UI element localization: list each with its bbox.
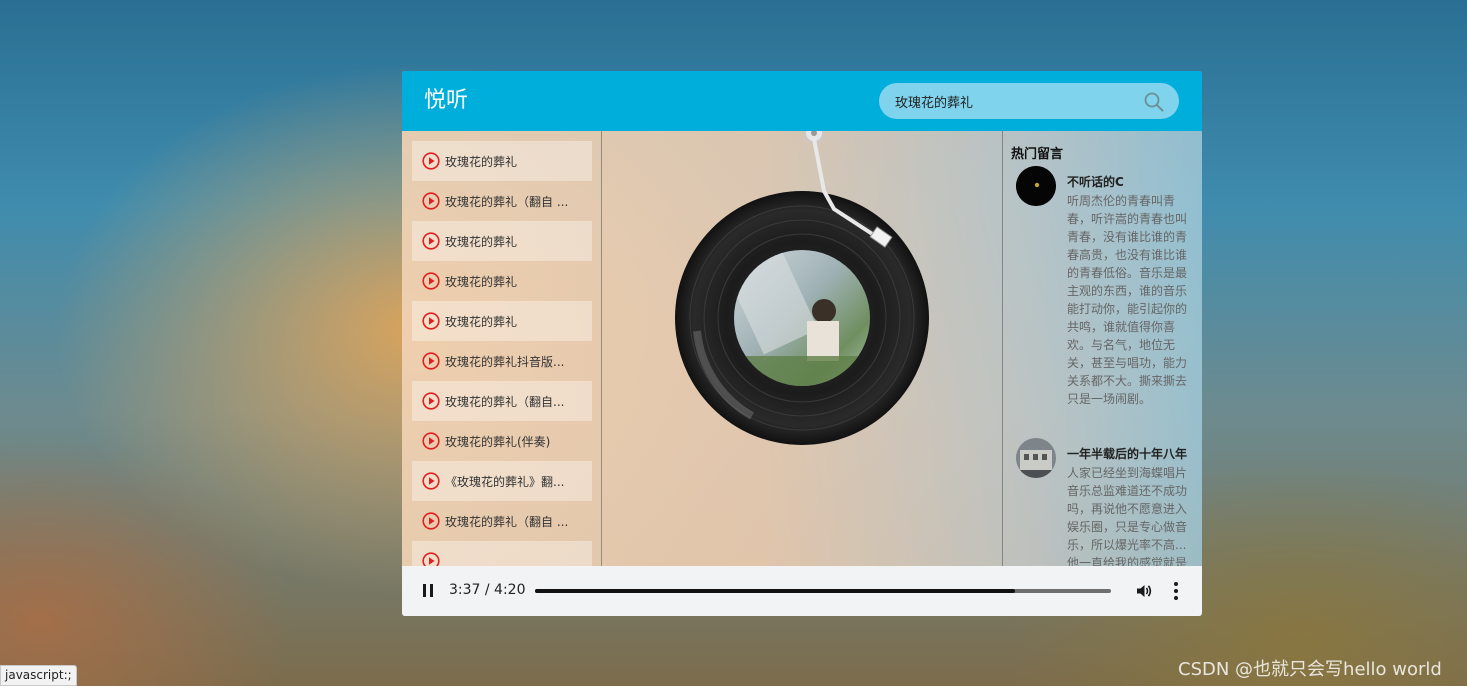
top-bar: 悦听	[402, 71, 1202, 131]
volume-icon[interactable]	[1135, 582, 1153, 600]
song-item[interactable]: 玫瑰花的葬礼（翻自 ...	[412, 181, 592, 221]
play-circle-icon[interactable]	[422, 352, 440, 370]
play-circle-icon[interactable]	[422, 432, 440, 450]
avatar	[1016, 438, 1056, 478]
comment-text: 听周杰伦的青春叫青春，听许嵩的青春也叫青春，没有谁比谁的青春高贵，也没有谁比谁的…	[1067, 194, 1188, 406]
song-title: 玫瑰花的葬礼	[445, 314, 518, 329]
song-title: 玫瑰花的葬礼	[445, 234, 518, 249]
play-circle-icon[interactable]	[422, 192, 440, 210]
song-title: 玫瑰花的葬礼(伴奏)	[445, 434, 551, 449]
song-title: 玫瑰花的葬礼	[445, 154, 518, 169]
vinyl-record	[675, 123, 929, 445]
comment-username: 不听话的C	[1067, 175, 1124, 189]
song-item[interactable]: 《玫瑰花的葬礼》翻...	[412, 461, 592, 501]
song-item[interactable]: 玫瑰花的葬礼	[412, 301, 592, 341]
app-title: 悦听	[424, 88, 469, 113]
song-list: 玫瑰花的葬礼 玫瑰花的葬礼（翻自 ... 玫瑰花的葬礼 玫瑰花的葬礼 玫瑰花的葬…	[402, 131, 602, 566]
search-input[interactable]	[895, 89, 1135, 113]
play-circle-icon[interactable]	[422, 552, 440, 566]
song-item[interactable]: 玫瑰花的葬礼	[412, 261, 592, 301]
seek-bar[interactable]	[535, 589, 1111, 593]
comment-text: 人家已经坐到海蝶唱片音乐总监难道还不成功吗，再说他不愿意进入娱乐圈，只是专心做音…	[1067, 466, 1188, 566]
more-vertical-icon[interactable]	[1172, 580, 1180, 602]
watermark: CSDN @也就只会写hello world	[1178, 659, 1442, 680]
song-item[interactable]: 玫瑰花的葬礼抖音版...	[412, 341, 592, 381]
play-circle-icon[interactable]	[422, 152, 440, 170]
status-bar-link: javascript:;	[0, 665, 77, 686]
song-title: 玫瑰花的葬礼（翻自...	[445, 394, 565, 409]
song-item[interactable]: 玫瑰花的葬礼(伴奏)	[412, 421, 592, 461]
song-title: 玫瑰花的葬礼（翻自 ...	[445, 514, 569, 529]
search-icon[interactable]	[1143, 91, 1165, 113]
song-item[interactable]: 玫瑰花的葬礼	[412, 141, 592, 181]
play-circle-icon[interactable]	[422, 272, 440, 290]
song-item[interactable]	[412, 541, 592, 566]
play-circle-icon[interactable]	[422, 232, 440, 250]
hot-comments: 热门留言 不听话的C 听周杰伦的青春叫青春，听许嵩的青春也叫青春，没有谁比谁的青…	[1002, 131, 1202, 566]
avatar	[1016, 166, 1056, 206]
song-item[interactable]: 玫瑰花的葬礼	[412, 221, 592, 261]
song-title: 《玫瑰花的葬礼》翻...	[445, 474, 565, 489]
play-circle-icon[interactable]	[422, 472, 440, 490]
song-title: 玫瑰花的葬礼抖音版...	[445, 354, 565, 369]
pause-icon[interactable]	[420, 582, 436, 600]
time-display: 3:37 / 4:20	[449, 582, 526, 598]
play-circle-icon[interactable]	[422, 392, 440, 410]
comment-username: 一年半载后的十年八年	[1067, 447, 1188, 461]
audio-controls: 3:37 / 4:20	[402, 566, 1202, 616]
comments-heading: 热门留言	[1011, 147, 1064, 162]
vinyl-area	[602, 123, 1002, 566]
search-box	[879, 83, 1179, 119]
play-circle-icon[interactable]	[422, 312, 440, 330]
music-player: 悦听 玫瑰花的葬礼 玫瑰花的葬礼（翻自 ... 玫瑰花的葬礼 玫瑰花的葬礼	[402, 71, 1202, 616]
song-title: 玫瑰花的葬礼	[445, 274, 518, 289]
song-item[interactable]: 玫瑰花的葬礼（翻自...	[412, 381, 592, 421]
seek-bar-fill	[535, 589, 1016, 593]
play-circle-icon[interactable]	[422, 512, 440, 530]
song-title: 玫瑰花的葬礼（翻自 ...	[445, 194, 569, 209]
song-item[interactable]: 玫瑰花的葬礼（翻自 ...	[412, 501, 592, 541]
